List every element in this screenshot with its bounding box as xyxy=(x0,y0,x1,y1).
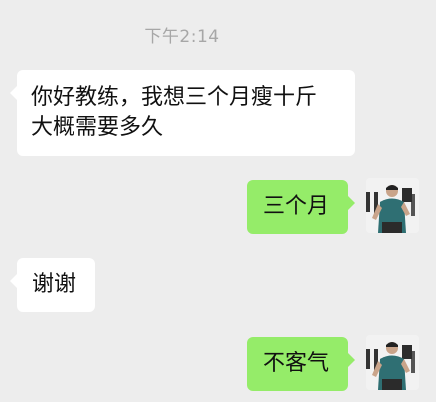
incoming-message-bubble[interactable]: 谢谢 xyxy=(10,258,95,312)
coach-avatar-icon xyxy=(366,178,419,233)
message-timestamp: 下午2:14 xyxy=(144,27,220,47)
sender-avatar[interactable] xyxy=(366,335,419,390)
outgoing-message-bubble[interactable]: 三个月 xyxy=(247,180,355,234)
message-text: 谢谢 xyxy=(32,272,77,297)
incoming-message-bubble[interactable]: 你好教练，我想三个月瘦十斤 大概需要多久 xyxy=(10,70,355,156)
outgoing-message-bubble[interactable]: 不客气 xyxy=(247,337,355,391)
message-text: 三个月 xyxy=(263,194,330,219)
coach-avatar-icon xyxy=(366,335,419,390)
sender-avatar[interactable] xyxy=(366,178,419,233)
message-text: 不客气 xyxy=(263,351,330,376)
chat-conversation: 下午2:14 你好教练，我想三个月瘦十斤 大概需要多久 三个月 谢谢 不客气 xyxy=(0,0,436,402)
message-text: 你好教练，我想三个月瘦十斤 大概需要多久 xyxy=(31,85,318,140)
